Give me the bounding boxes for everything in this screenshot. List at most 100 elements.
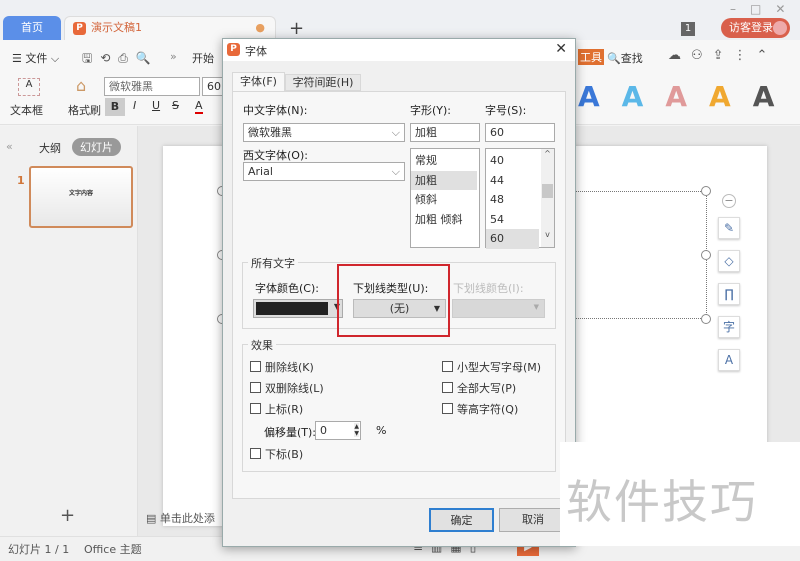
offset-value: 0 xyxy=(320,424,327,437)
size-option[interactable]: 48 xyxy=(486,190,539,210)
wordart-style-2[interactable]: A xyxy=(665,80,687,113)
checkbox-superscript[interactable]: 上标(R) xyxy=(250,401,303,417)
ribbon-font-select[interactable]: 微软雅黑 xyxy=(104,77,200,96)
collapse-panel-icon[interactable]: « xyxy=(6,140,13,153)
tab-panel: 中文字体(N): 微软雅黑 ⌵ 西文字体(O): Arial ⌵ 字形(Y): 加粗… xyxy=(232,91,566,499)
cancel-button[interactable]: 取消 xyxy=(499,508,567,532)
checkbox-all-caps[interactable]: 全部大写(P) xyxy=(442,380,516,396)
style-option[interactable]: 加粗 倾斜 xyxy=(411,210,477,230)
menu-tools[interactable]: 工具 xyxy=(578,49,604,65)
highlight-box xyxy=(337,264,450,337)
size-input[interactable]: 60 xyxy=(485,123,555,142)
search-icon: 🔍 xyxy=(607,52,621,65)
login-label: 访客登录 xyxy=(729,21,773,34)
new-tab-button[interactable]: + xyxy=(289,18,304,39)
cn-font-select[interactable]: 微软雅黑 ⌵ xyxy=(243,123,405,142)
checkbox-label: 小型大写字母(M) xyxy=(457,361,542,374)
close-icon[interactable]: ✕ xyxy=(555,41,567,57)
tab-outline[interactable]: 大纲 xyxy=(39,140,61,156)
size-option[interactable]: 40 xyxy=(486,151,539,171)
style-option[interactable]: 常规 xyxy=(411,151,477,171)
tab-char-spacing[interactable]: 字符间距(H) xyxy=(285,74,361,91)
login-button[interactable]: 访客登录 xyxy=(721,18,790,38)
textbox-button[interactable]: 文本框 xyxy=(10,102,43,118)
size-option[interactable]: 44 xyxy=(486,171,539,191)
theme-name: Office 主题 xyxy=(84,543,142,556)
file-menu-label: 文件 xyxy=(25,52,48,65)
text-wrap-icon[interactable]: 字 xyxy=(718,316,740,338)
west-font-select[interactable]: Arial ⌵ xyxy=(243,162,405,181)
textbox-icon[interactable]: A xyxy=(18,78,40,96)
checkbox-label: 等高字符(Q) xyxy=(457,403,519,416)
spinner-icon[interactable]: ▲ ▼ xyxy=(354,423,359,437)
menu-start[interactable]: 开始 xyxy=(192,50,214,66)
file-menu[interactable]: ☰ 文件 ⌵ xyxy=(12,50,59,66)
format-painter-button[interactable]: 格式刷 xyxy=(68,102,101,118)
offset-unit: % xyxy=(376,424,387,437)
wordart-style-1[interactable]: A xyxy=(622,80,644,113)
checkbox-subscript[interactable]: 下标(B) xyxy=(250,446,303,462)
checkbox-strikethrough[interactable]: 删除线(K) xyxy=(250,359,314,375)
wordart-style-3[interactable]: A xyxy=(709,80,731,113)
cloud-share-icons[interactable]: ☁⚇⇪⋮⌃ xyxy=(668,48,777,63)
window-controls[interactable]: –□✕ xyxy=(730,2,799,16)
wordart-style-4[interactable]: A xyxy=(753,80,775,113)
tab-slides[interactable]: 幻灯片 xyxy=(72,138,121,156)
tab-home[interactable]: 首页 xyxy=(3,16,61,40)
tab-font[interactable]: 字体(F) xyxy=(232,72,285,92)
resize-handle[interactable] xyxy=(701,250,711,260)
quick-access-icons[interactable]: 🖫⟲⎙🔍 xyxy=(82,49,159,70)
watermark: 软件技巧 xyxy=(566,475,758,529)
bold-button[interactable]: B xyxy=(105,98,125,116)
resize-handle[interactable] xyxy=(701,314,711,324)
presentation-icon: P xyxy=(73,22,86,35)
underline-color-select: ▼ xyxy=(452,299,545,318)
tab-document-label: 演示文稿1 xyxy=(91,21,142,34)
tab-document[interactable]: P 演示文稿1 ● xyxy=(64,16,276,40)
style-option[interactable]: 倾斜 xyxy=(411,190,477,210)
offset-input[interactable]: 0 ▲ ▼ xyxy=(315,421,361,440)
outline-style-icon[interactable]: ✎ xyxy=(718,217,740,239)
underline-button[interactable]: U xyxy=(152,99,160,112)
underline-color-label: 下划线颜色(I): xyxy=(453,282,524,295)
checkbox-small-caps[interactable]: 小型大写字母(M) xyxy=(442,359,541,375)
resize-handle[interactable] xyxy=(701,186,711,196)
checkbox-label: 下标(B) xyxy=(265,448,304,461)
checkbox-equal-height[interactable]: 等高字符(Q) xyxy=(442,401,518,417)
font-color-button[interactable]: A xyxy=(195,99,203,114)
size-scrollbar[interactable]: ^ v xyxy=(541,149,554,247)
add-slide-button[interactable]: + xyxy=(60,505,75,526)
strike-button[interactable]: S xyxy=(172,99,179,112)
effects-label: 效果 xyxy=(248,337,276,353)
fill-icon[interactable]: ◇ xyxy=(718,250,740,272)
chevron-down-icon: ⌵ xyxy=(391,165,400,178)
checkbox-label: 删除线(K) xyxy=(265,361,314,374)
text-effect-icon[interactable]: A xyxy=(718,349,740,371)
collapse-tools-icon[interactable]: − xyxy=(722,194,736,208)
size-option[interactable]: 60 xyxy=(486,229,539,249)
style-list[interactable]: 常规 加粗 倾斜 加粗 倾斜 xyxy=(410,148,480,248)
find-button[interactable]: 🔍查找 xyxy=(607,50,643,66)
notes-placeholder: 单击此处添 xyxy=(159,512,215,525)
notes-area[interactable]: ▤ 单击此处添 xyxy=(146,510,215,526)
border-icon[interactable]: ∏ xyxy=(718,283,740,305)
more-chevron-icon[interactable]: » xyxy=(170,50,177,63)
font-color-picker[interactable]: ▼ xyxy=(253,299,343,318)
wordart-gallery[interactable]: AAAAA xyxy=(578,80,774,113)
style-input[interactable]: 加粗 xyxy=(410,123,480,142)
cn-font-value: 微软雅黑 xyxy=(248,126,292,139)
checkbox-double-strikethrough[interactable]: 双删除线(L) xyxy=(250,380,324,396)
style-label: 字形(Y): xyxy=(410,104,452,117)
all-text-label: 所有文字 xyxy=(248,255,298,271)
size-label: 字号(S): xyxy=(485,104,527,117)
wordart-style-0[interactable]: A xyxy=(578,80,600,113)
slide-thumbnail[interactable]: 文字内容 xyxy=(29,166,133,228)
ok-button[interactable]: 确定 xyxy=(429,508,494,532)
window-count-badge[interactable]: 1 xyxy=(681,22,695,36)
size-option[interactable]: 54 xyxy=(486,210,539,230)
style-option[interactable]: 加粗 xyxy=(411,170,477,190)
italic-button[interactable]: I xyxy=(133,99,136,112)
font-dialog: P 字体 ✕ 字体(F) 字符间距(H) 中文字体(N): 微软雅黑 ⌵ 西文字体… xyxy=(222,38,576,547)
dialog-title-bar: P 字体 ✕ xyxy=(223,39,575,61)
ribbon-size-select[interactable]: 60 xyxy=(202,77,224,96)
